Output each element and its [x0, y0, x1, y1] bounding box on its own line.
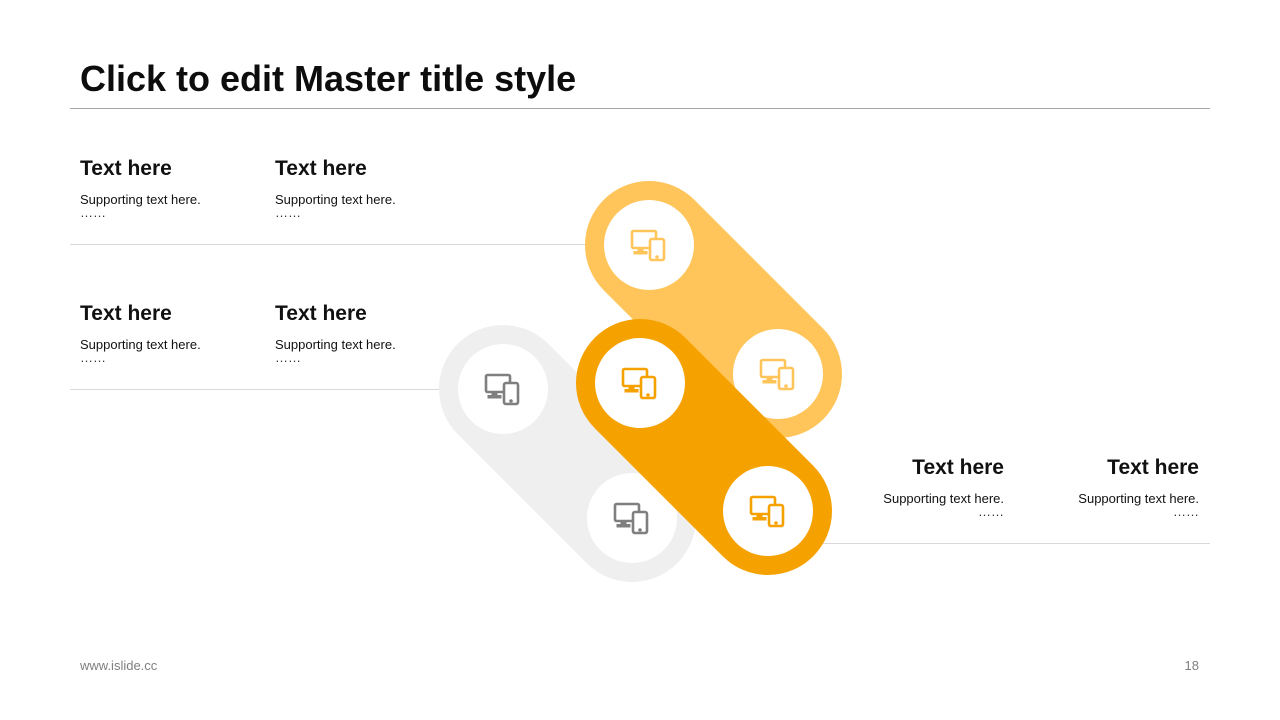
linked-rings-diagram — [439, 181, 842, 582]
page-number: 18 — [1184, 658, 1199, 673]
footer-website: www.islide.cc — [80, 658, 158, 673]
